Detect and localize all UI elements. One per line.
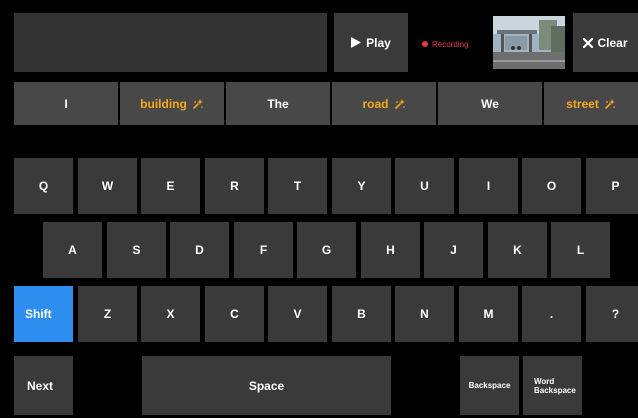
recording-label: Recording	[432, 39, 469, 49]
suggestion-label: road	[362, 96, 389, 111]
word-backspace-key[interactable]: Word Backspace	[523, 356, 582, 415]
key-u[interactable]: U	[395, 158, 454, 214]
key-h[interactable]: H	[361, 222, 420, 278]
key-b[interactable]: B	[332, 286, 391, 342]
key-label: Space	[248, 378, 285, 393]
sparkle-icon	[605, 98, 615, 109]
key-label: U	[420, 179, 429, 193]
key-r[interactable]: R	[205, 158, 264, 214]
key-v[interactable]: V	[268, 286, 327, 342]
suggestion-0[interactable]: I	[14, 82, 118, 125]
key-a[interactable]: A	[43, 222, 102, 278]
suggestion-1[interactable]: building	[120, 82, 224, 125]
key-label: B	[357, 307, 366, 321]
suggestion-3[interactable]: road	[332, 82, 436, 125]
key-label: A	[68, 243, 77, 257]
key-n[interactable]: N	[395, 286, 454, 342]
sparkle-icon	[394, 98, 405, 109]
key-o[interactable]: O	[522, 158, 581, 214]
key-label: V	[293, 307, 302, 321]
backspace-key[interactable]: Backspace	[460, 356, 519, 415]
key-label: D	[195, 243, 204, 257]
key-label: P	[611, 179, 620, 193]
sparkle-icon	[193, 98, 203, 109]
suggestion-2[interactable]: The	[226, 82, 330, 125]
key-z[interactable]: Z	[78, 286, 137, 342]
key-label: .	[549, 307, 554, 321]
play-button[interactable]: Play	[334, 13, 408, 72]
suggestion-label: building	[140, 96, 187, 111]
key-q[interactable]: Q	[14, 158, 73, 214]
key-label: K	[513, 243, 522, 257]
key-label: R	[230, 179, 239, 193]
key-label: Word	[534, 376, 555, 386]
shift-key[interactable]: Shift	[14, 286, 73, 342]
key-label: C	[230, 307, 239, 321]
key-label: Q	[38, 179, 49, 193]
key-label: I	[486, 179, 491, 193]
next-key[interactable]: Next	[14, 356, 73, 415]
key-label: Backspace	[534, 385, 576, 395]
key-l[interactable]: L	[551, 222, 610, 278]
text-display[interactable]	[14, 13, 327, 72]
key-label: J	[450, 243, 457, 257]
recording-indicator: Recording	[422, 37, 468, 51]
close-icon	[583, 37, 594, 48]
suggestion-label: We	[481, 96, 499, 111]
play-label: Play	[366, 35, 391, 50]
key-y[interactable]: Y	[332, 158, 391, 214]
key-x[interactable]: X	[141, 286, 200, 342]
key-label: N	[420, 307, 429, 321]
key-k[interactable]: K	[488, 222, 547, 278]
suggestion-5[interactable]: street	[544, 82, 638, 125]
key-label: H	[386, 243, 395, 257]
key-label: S	[132, 243, 141, 257]
suggestion-label: The	[267, 96, 289, 111]
key-s[interactable]: S	[107, 222, 166, 278]
key-label: Shift	[25, 307, 52, 321]
key-label: Y	[357, 179, 366, 193]
key-p[interactable]: P	[586, 158, 638, 214]
key-f[interactable]: F	[234, 222, 293, 278]
key-label: T	[293, 179, 302, 193]
key-w[interactable]: W	[78, 158, 137, 214]
clear-button[interactable]: Clear	[573, 13, 638, 72]
suggestion-4[interactable]: We	[438, 82, 542, 125]
key-label: F	[259, 243, 268, 257]
key-label: E	[166, 179, 175, 193]
key-label: W	[101, 179, 114, 193]
key-e[interactable]: E	[141, 158, 200, 214]
key-question[interactable]: ?	[586, 286, 638, 342]
suggestion-label: street	[566, 96, 599, 111]
key-m[interactable]: M	[459, 286, 518, 342]
key-label: M	[483, 307, 494, 321]
play-icon	[351, 37, 362, 48]
space-key[interactable]: Space	[142, 356, 391, 415]
key-j[interactable]: J	[424, 222, 483, 278]
key-label: O	[546, 179, 557, 193]
key-label: Backspace	[468, 381, 511, 390]
camera-preview	[493, 16, 565, 69]
key-g[interactable]: G	[297, 222, 356, 278]
key-label: Next	[27, 378, 54, 393]
key-label: X	[166, 307, 175, 321]
key-c[interactable]: C	[205, 286, 264, 342]
key-label: ?	[611, 307, 620, 321]
camera-preview-image	[493, 16, 565, 69]
key-label: L	[576, 243, 585, 257]
suggestion-label: I	[64, 96, 68, 111]
record-dot-icon	[422, 41, 428, 47]
key-period[interactable]: .	[522, 286, 581, 342]
key-label: Z	[103, 307, 112, 321]
key-t[interactable]: T	[268, 158, 327, 214]
clear-label: Clear	[597, 35, 628, 50]
key-d[interactable]: D	[170, 222, 229, 278]
key-i[interactable]: I	[459, 158, 518, 214]
key-label: G	[321, 243, 332, 257]
